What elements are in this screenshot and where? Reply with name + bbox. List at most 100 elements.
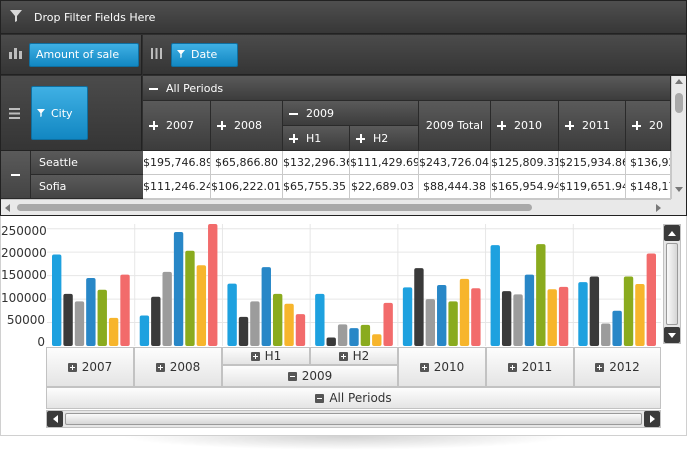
header-h1[interactable]: H1 — [283, 126, 350, 151]
expand-icon[interactable] — [595, 362, 605, 372]
chart-bar[interactable] — [459, 278, 470, 346]
row-header-seattle[interactable]: Seattle — [31, 151, 143, 175]
chart-bar[interactable] — [151, 296, 161, 346]
axis-button-all-periods[interactable]: All Periods — [46, 387, 661, 409]
chart-bar[interactable] — [437, 285, 447, 346]
chart-bar[interactable] — [635, 284, 645, 346]
chart-bar[interactable] — [349, 328, 359, 346]
header-2011[interactable]: 2011 — [559, 101, 626, 151]
collapse-icon[interactable] — [149, 84, 158, 93]
chart-vertical-scrollbar[interactable] — [663, 224, 681, 344]
chart-bar[interactable] — [162, 271, 172, 346]
header-2009[interactable]: 2009 — [283, 101, 419, 126]
chart-bar[interactable] — [589, 276, 600, 346]
header-all-periods[interactable]: All Periods — [143, 76, 671, 101]
collapse-icon[interactable] — [289, 109, 298, 118]
header-2007[interactable]: 2007 — [143, 101, 211, 151]
expand-icon[interactable] — [565, 121, 574, 130]
chart-bar[interactable] — [612, 310, 622, 346]
chart-bar[interactable] — [414, 268, 424, 346]
chart-bar[interactable] — [238, 316, 249, 346]
scroll-right-arrow-icon[interactable] — [656, 204, 661, 212]
chart-bar[interactable] — [315, 293, 325, 346]
scroll-up-arrow-icon[interactable] — [675, 79, 683, 84]
header-2010[interactable]: 2010 — [491, 101, 559, 151]
chart-bar[interactable] — [360, 324, 371, 346]
axis-button-2009[interactable]: 2009 — [222, 365, 398, 387]
chart-bar[interactable] — [623, 276, 634, 346]
chart-bar[interactable] — [284, 303, 294, 346]
axis-button-2008[interactable]: 2008 — [134, 347, 222, 387]
grid-horizontal-scrollbar[interactable] — [1, 199, 671, 215]
chart-bar[interactable] — [63, 293, 73, 346]
axis-button-2010[interactable]: 2010 — [398, 347, 486, 387]
axis-button-2012[interactable]: 2012 — [574, 347, 661, 387]
header-2008[interactable]: 2008 — [211, 101, 283, 151]
collapse-icon[interactable] — [315, 393, 325, 403]
chart-scroll-down-button[interactable] — [664, 327, 680, 343]
chart-bar[interactable] — [425, 299, 436, 346]
scroll-down-arrow-icon[interactable] — [675, 187, 683, 192]
header-2012[interactable]: 20 — [626, 101, 671, 151]
chart-bar[interactable] — [501, 291, 512, 346]
chart-bar[interactable] — [536, 244, 546, 346]
row-header-sofia[interactable]: Sofia — [31, 175, 143, 199]
grid-vertical-scrollbar[interactable] — [671, 76, 686, 199]
chart-bar[interactable] — [383, 302, 393, 346]
expand-icon[interactable] — [356, 133, 365, 143]
expand-icon[interactable] — [149, 121, 158, 130]
chart-vertical-scroll-thumb[interactable] — [666, 243, 678, 325]
chart-bar[interactable] — [74, 301, 85, 346]
chart-bar[interactable] — [578, 282, 588, 346]
axis-button-2007[interactable]: 2007 — [46, 347, 134, 387]
chart-bar[interactable] — [547, 289, 557, 346]
expand-icon[interactable] — [250, 351, 260, 361]
chart-bar[interactable] — [326, 337, 336, 346]
expand-icon[interactable] — [67, 362, 77, 372]
chart-bar[interactable] — [402, 287, 413, 346]
expand-icon[interactable] — [155, 362, 165, 372]
chart-bar[interactable] — [120, 274, 130, 346]
chart-bar[interactable] — [173, 231, 184, 346]
scroll-left-arrow-icon[interactable] — [5, 204, 10, 212]
axis-button-h2[interactable]: H2 — [310, 347, 398, 365]
amount-of-sale-field-button[interactable]: Amount of sale — [29, 42, 139, 67]
chart-bar[interactable] — [372, 334, 382, 346]
expand-icon[interactable] — [497, 121, 506, 130]
chart-bar[interactable] — [601, 323, 611, 346]
chart-bar[interactable] — [272, 293, 283, 346]
axis-button-2011[interactable]: 2011 — [486, 347, 574, 387]
chart-bar[interactable] — [97, 289, 107, 346]
chart-bar[interactable] — [524, 274, 535, 346]
chart-bar[interactable] — [558, 286, 569, 346]
chart-bar[interactable] — [295, 314, 306, 346]
expand-icon[interactable] — [507, 362, 517, 372]
chart-bar[interactable] — [250, 301, 260, 346]
chart-scroll-right-button[interactable] — [644, 411, 660, 427]
chart-scroll-left-button[interactable] — [47, 411, 63, 427]
expand-icon[interactable] — [289, 133, 298, 143]
chart-bar[interactable] — [108, 317, 119, 346]
chart-bar[interactable] — [208, 224, 218, 346]
chart-bar[interactable] — [261, 267, 271, 346]
axis-button-h1[interactable]: H1 — [222, 347, 310, 365]
header-h2[interactable]: H2 — [350, 126, 419, 151]
chart-bar[interactable] — [139, 315, 150, 347]
chart-bar[interactable] — [86, 277, 96, 346]
chart-bar[interactable] — [490, 245, 500, 346]
chart-scroll-up-button[interactable] — [664, 225, 680, 241]
collapse-rows-toggle[interactable] — [1, 151, 31, 199]
chart-bar[interactable] — [227, 283, 237, 346]
city-field-button[interactable]: City — [31, 86, 88, 140]
expand-icon[interactable] — [217, 121, 226, 130]
chart-bar[interactable] — [646, 253, 656, 346]
horizontal-scroll-thumb[interactable] — [17, 204, 532, 211]
chart-scroll-thumb[interactable] — [65, 413, 642, 425]
collapse-icon[interactable] — [287, 371, 297, 381]
date-field-button[interactable]: Date — [171, 42, 238, 67]
chart-bar[interactable] — [52, 254, 62, 347]
expand-icon[interactable] — [338, 351, 348, 361]
chart-bar[interactable] — [337, 324, 348, 346]
chart-bar[interactable] — [513, 294, 523, 346]
chart-bar[interactable] — [448, 301, 458, 346]
